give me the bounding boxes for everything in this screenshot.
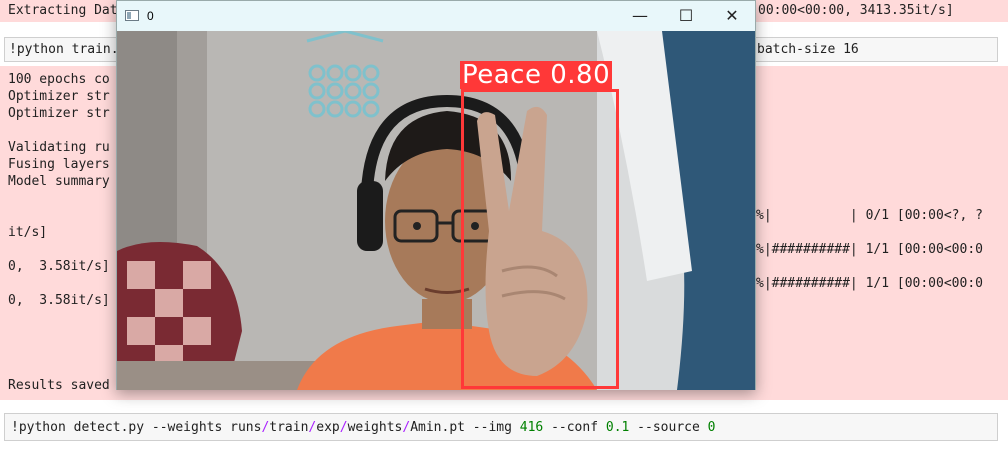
close-icon: ✕ xyxy=(725,6,739,25)
top-output-left: Extracting Dat xyxy=(8,3,118,18)
detect-command: !python detect.py --weights runs/train/e… xyxy=(11,420,716,435)
train-cell-right-text: batch-size 16 xyxy=(757,42,859,57)
minimize-icon: — xyxy=(632,6,648,25)
close-button[interactable]: ✕ xyxy=(709,1,755,31)
output-line: Model summary xyxy=(8,174,110,189)
output-line: Results saved xyxy=(8,378,110,393)
minimize-button[interactable]: — xyxy=(617,1,663,31)
progress-line-1: %| | 0/1 [00:00<?, ? xyxy=(756,208,983,223)
detect-code-cell[interactable]: !python detect.py --weights runs/train/e… xyxy=(4,413,998,441)
output-line: Optimizer str xyxy=(8,106,110,121)
output-line: it/s] xyxy=(8,225,48,240)
output-line: Fusing layers xyxy=(8,157,110,172)
progress-line-3: %|##########| 1/1 [00:00<00:0 xyxy=(756,276,983,291)
output-line: 0, 3.58it/s] xyxy=(8,259,110,274)
maximize-button[interactable]: ☐ xyxy=(663,1,709,31)
camera-window[interactable]: 0 — ☐ ✕ Peace 0.80 xyxy=(116,0,756,390)
camera-feed: Peace 0.80 xyxy=(117,31,755,390)
progress-line-2: %|##########| 1/1 [00:00<00:0 xyxy=(756,242,983,257)
window-title: 0 xyxy=(147,9,154,23)
detection-label: Peace 0.80 xyxy=(460,60,613,90)
app-window-icon xyxy=(125,10,139,21)
train-cell-left-text: !python train. xyxy=(9,42,119,57)
output-line: 0, 3.58it/s] xyxy=(8,293,110,308)
output-line: 100 epochs co xyxy=(8,72,110,87)
maximize-icon: ☐ xyxy=(678,6,694,25)
output-line: Validating ru xyxy=(8,140,110,155)
webcam-frame-image xyxy=(117,31,755,390)
top-output-right: 00:00<00:00, 3413.35it/s] xyxy=(758,3,954,18)
detection-bounding-box xyxy=(461,89,619,389)
output-line: Optimizer str xyxy=(8,89,110,104)
window-titlebar[interactable]: 0 — ☐ ✕ xyxy=(117,1,755,31)
